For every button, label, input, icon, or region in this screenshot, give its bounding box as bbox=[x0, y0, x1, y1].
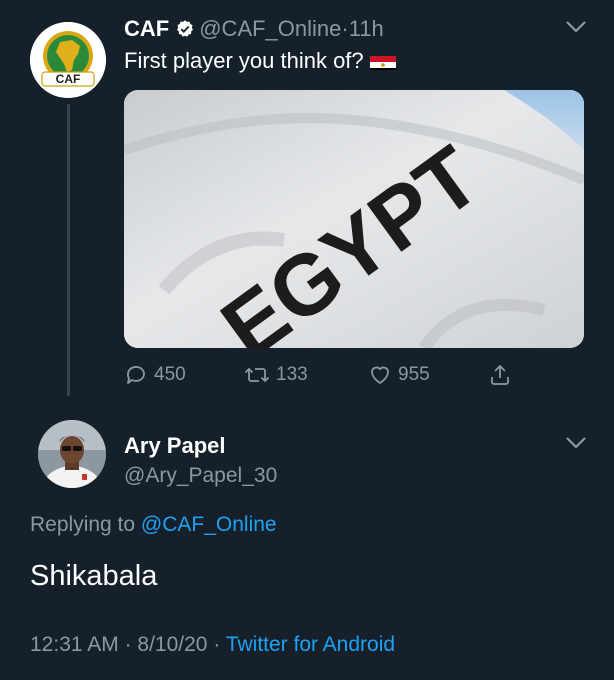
reply-count: 450 bbox=[154, 364, 186, 385]
verified-badge-icon bbox=[177, 20, 194, 37]
retweet-count: 133 bbox=[276, 364, 308, 385]
replying-handle-link[interactable]: @CAF_Online bbox=[141, 513, 277, 536]
chevron-down-icon[interactable] bbox=[565, 20, 587, 34]
like-button[interactable]: 955 bbox=[368, 362, 430, 388]
author-name[interactable]: CAF bbox=[124, 16, 169, 41]
thread-line bbox=[67, 104, 70, 396]
retweet-icon bbox=[244, 367, 270, 383]
meta-separator: · bbox=[213, 633, 221, 656]
retweet-button[interactable]: 133 bbox=[244, 362, 308, 388]
caf-logo-icon: CAF bbox=[30, 22, 106, 98]
replying-prefix: Replying to bbox=[30, 513, 136, 536]
tweet-media-image[interactable]: EGYPT bbox=[124, 90, 584, 348]
caf-avatar[interactable]: CAF bbox=[30, 22, 106, 98]
egypt-flag-icon bbox=[369, 52, 396, 70]
tweet-metadata: 12:31 AM · 8/10/20 · Twitter for Android bbox=[30, 630, 395, 660]
ary-avatar[interactable] bbox=[38, 420, 106, 488]
share-button[interactable] bbox=[488, 362, 518, 388]
tweet-timestamp: 12:31 AM bbox=[30, 633, 119, 656]
tweet-source-link[interactable]: Twitter for Android bbox=[226, 633, 395, 656]
replying-to: Replying to @CAF_Online bbox=[30, 510, 277, 540]
reply-author-name[interactable]: Ary Papel bbox=[124, 432, 226, 460]
heart-icon bbox=[371, 366, 389, 384]
time-separator: · bbox=[341, 16, 349, 41]
author-handle[interactable]: @CAF_Online bbox=[199, 16, 341, 41]
tweet-text-content: First player you think of? bbox=[124, 48, 364, 73]
tweet-text: First player you think of? bbox=[124, 46, 396, 76]
chevron-down-icon[interactable] bbox=[565, 436, 587, 450]
tweet-header: CAF @CAF_Online·11h bbox=[124, 15, 384, 43]
tweet-time[interactable]: 11h bbox=[349, 16, 384, 41]
meta-separator: · bbox=[124, 633, 132, 656]
reply-author-handle[interactable]: @Ary_Papel_30 bbox=[124, 462, 277, 490]
like-count: 955 bbox=[398, 364, 430, 385]
tweet-date: 8/10/20 bbox=[137, 633, 208, 656]
svg-text:CAF: CAF bbox=[56, 72, 81, 86]
reply-icon bbox=[127, 366, 145, 384]
reply-button[interactable]: 450 bbox=[124, 362, 186, 388]
reply-text: Shikabala bbox=[30, 560, 158, 592]
share-icon bbox=[491, 364, 509, 385]
